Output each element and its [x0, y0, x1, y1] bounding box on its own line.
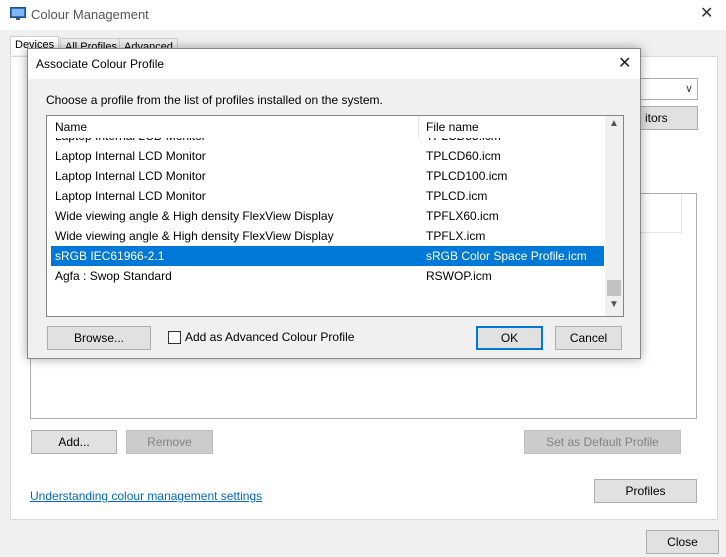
list-divider [641, 232, 681, 233]
list-item[interactable]: Laptop Internal LCD Monitor TPLCD100.icm [51, 166, 604, 186]
browse-button[interactable]: Browse... [47, 326, 151, 350]
colour-management-icon [10, 7, 26, 20]
ok-button[interactable]: OK [476, 326, 543, 350]
instruction-text: Choose a profile from the list of profil… [46, 93, 383, 107]
parent-close-icon[interactable]: ✕ [700, 3, 713, 23]
advanced-profile-checkbox-label[interactable]: Add as Advanced Colour Profile [185, 330, 354, 344]
profile-list[interactable]: Laptop Internal LCD Monitor TPLCD55.icm … [46, 115, 624, 317]
list-item-selected[interactable]: sRGB IEC61966-2.1 sRGB Color Space Profi… [51, 246, 604, 266]
scrollbar-thumb[interactable] [607, 280, 621, 296]
list-item[interactable]: Wide viewing angle & High density FlexVi… [51, 206, 604, 226]
list-header: Name File name [47, 116, 605, 138]
identify-monitors-button[interactable]: itors [640, 106, 698, 130]
dialog-title: Associate Colour Profile [36, 57, 165, 71]
understanding-colour-management-link[interactable]: Understanding colour management settings [30, 489, 262, 503]
associate-colour-profile-dialog: Associate Colour Profile ✕ Choose a prof… [27, 48, 641, 359]
dialog-close-icon[interactable]: ✕ [618, 53, 631, 73]
scroll-down-icon[interactable]: ▼ [609, 299, 619, 310]
add-button[interactable]: Add... [31, 430, 117, 454]
advanced-profile-checkbox[interactable] [168, 331, 181, 344]
column-divider[interactable] [418, 116, 419, 138]
list-item[interactable]: Laptop Internal LCD Monitor TPLCD60.icm [51, 146, 604, 166]
remove-button[interactable]: Remove [126, 430, 213, 454]
profiles-button[interactable]: Profiles [594, 479, 697, 503]
close-button[interactable]: Close [646, 530, 719, 554]
list-divider [681, 194, 682, 234]
list-item[interactable]: Laptop Internal LCD Monitor TPLCD.icm [51, 186, 604, 206]
dialog-titlebar: Associate Colour Profile ✕ [28, 49, 640, 79]
scroll-up-icon[interactable]: ▲ [609, 118, 619, 129]
vertical-scrollbar[interactable]: ▲ ▼ [605, 116, 623, 316]
column-header-file-name[interactable]: File name [426, 120, 479, 134]
chevron-down-icon: ∨ [684, 83, 693, 95]
parent-window-title: Colour Management [31, 7, 149, 22]
set-default-profile-button[interactable]: Set as Default Profile [524, 430, 681, 454]
column-header-name[interactable]: Name [55, 120, 87, 134]
list-item[interactable]: Agfa : Swop Standard RSWOP.icm [51, 266, 604, 286]
list-item[interactable]: Wide viewing angle & High density FlexVi… [51, 226, 604, 246]
cancel-button[interactable]: Cancel [555, 326, 622, 350]
parent-titlebar: Colour Management ✕ [0, 0, 726, 30]
device-select[interactable]: ∨ [640, 78, 698, 100]
